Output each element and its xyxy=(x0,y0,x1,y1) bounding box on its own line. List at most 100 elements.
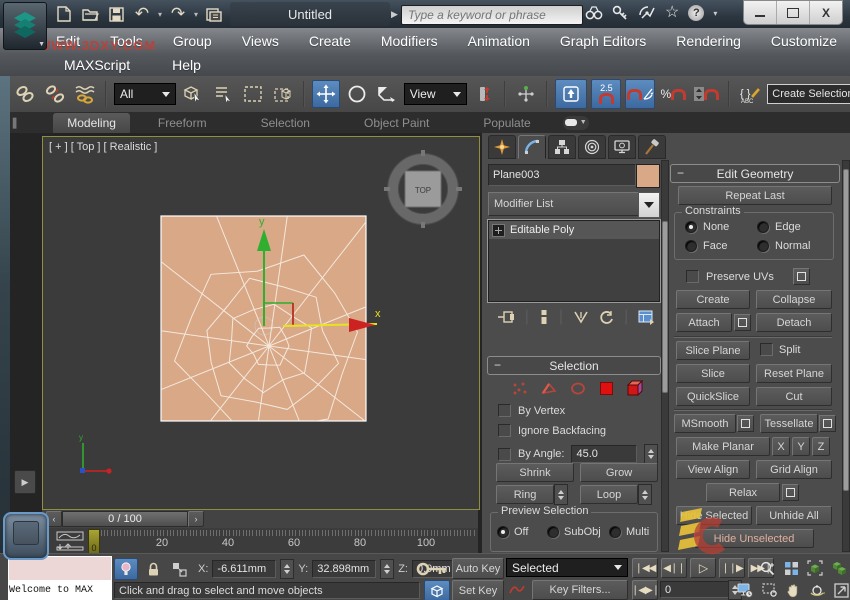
ring-button[interactable]: Ring xyxy=(496,485,554,504)
time-slider-current-frame-marker[interactable]: 0 xyxy=(88,529,100,554)
border-mode-icon[interactable] xyxy=(570,381,586,396)
track-bar[interactable]: 20 40 60 80 100 0 xyxy=(42,528,478,553)
title-expand-icon[interactable]: ▶ xyxy=(391,9,398,20)
cut-button[interactable]: Cut xyxy=(756,387,832,406)
reset-plane-button[interactable]: Reset Plane xyxy=(756,364,832,383)
menu-group[interactable]: Group xyxy=(169,33,216,49)
preview-multi-option[interactable]: Multi xyxy=(609,526,649,538)
menu-graph-editors[interactable]: Graph Editors xyxy=(556,33,650,49)
select-and-move-icon[interactable] xyxy=(312,80,340,108)
key-mode-toggle-button[interactable]: ❘◀▶❘ xyxy=(632,580,658,600)
subscription-key-icon[interactable] xyxy=(612,5,629,21)
repeat-last-button[interactable]: Repeat Last xyxy=(678,186,832,205)
select-and-scale-icon[interactable] xyxy=(374,81,400,107)
ignore-backfacing-checkbox[interactable] xyxy=(498,424,511,437)
zoom-icon[interactable] xyxy=(756,558,778,578)
loop-button[interactable]: Loop xyxy=(580,485,638,504)
preserve-uvs-checkbox[interactable] xyxy=(686,270,699,283)
preview-multi-radio[interactable] xyxy=(609,526,621,538)
msmooth-button[interactable]: MSmooth xyxy=(674,414,736,433)
grow-button[interactable]: Grow xyxy=(580,463,658,482)
zoom-extents-icon[interactable] xyxy=(804,558,826,578)
stack-expand-icon[interactable] xyxy=(492,224,505,237)
relax-button[interactable]: Relax xyxy=(706,483,780,502)
preview-subobj-radio[interactable] xyxy=(547,526,559,538)
make-planar-button[interactable]: Make Planar xyxy=(676,437,770,456)
configure-modifier-sets-icon[interactable] xyxy=(638,310,655,325)
slice-plane-button[interactable]: Slice Plane xyxy=(676,341,750,360)
element-mode-icon[interactable] xyxy=(627,380,644,396)
close-button[interactable]: X xyxy=(810,1,842,24)
object-name-field[interactable]: Plane003 xyxy=(488,164,636,186)
tab-display[interactable] xyxy=(608,135,636,159)
modifier-list-dropdown[interactable]: Modifier List xyxy=(488,192,645,216)
snaps-toggle-icon[interactable]: 2.5 xyxy=(591,79,621,109)
tab-hierarchy[interactable] xyxy=(548,135,576,159)
named-selection-sets-field[interactable]: Create Selection xyxy=(767,84,850,104)
key-filters-button[interactable]: Key Filters... xyxy=(532,580,628,600)
key-filter-dropdown[interactable]: Selected xyxy=(506,558,628,577)
spinner-snap-toggle-icon[interactable] xyxy=(691,81,721,107)
edge-mode-icon[interactable] xyxy=(541,381,557,396)
menu-modifiers[interactable]: Modifiers xyxy=(377,33,442,49)
angle-snap-toggle-icon[interactable] xyxy=(625,79,655,109)
quickslice-button[interactable]: QuickSlice xyxy=(676,387,750,406)
favorites-star-icon[interactable]: ☆ xyxy=(665,6,679,20)
zoom-extents-all-icon[interactable] xyxy=(828,558,850,578)
constraint-normal-option[interactable]: Normal xyxy=(757,240,810,252)
redo-dropdown-icon[interactable]: ▾ xyxy=(192,3,200,25)
viewcube[interactable]: TOP xyxy=(384,150,462,228)
grid-align-button[interactable]: Grid Align xyxy=(756,460,832,479)
polygon-mode-icon[interactable] xyxy=(599,381,614,396)
split-checkbox[interactable] xyxy=(760,343,773,356)
select-and-rotate-icon[interactable] xyxy=(344,81,370,107)
next-frame-arrow-button[interactable]: › xyxy=(188,511,204,527)
collapse-button[interactable]: Collapse xyxy=(756,290,832,309)
select-object-icon[interactable] xyxy=(180,81,206,107)
x-spinner[interactable] xyxy=(280,559,294,579)
select-and-manipulate-icon[interactable] xyxy=(513,81,539,107)
attach-settings-button[interactable] xyxy=(734,314,751,331)
loop-spinner[interactable] xyxy=(638,484,652,505)
percent-snap-toggle-icon[interactable]: % xyxy=(659,81,687,107)
menu-customize[interactable]: Customize xyxy=(767,33,841,49)
ribbon-tab-freeform[interactable]: Freeform xyxy=(144,113,221,133)
track-bar-ruler[interactable]: 20 40 60 80 100 xyxy=(94,528,478,553)
help-dropdown-icon[interactable]: ▾ xyxy=(713,9,717,18)
panel-scrollbar-left-column[interactable] xyxy=(661,160,669,552)
pan-hand-icon[interactable] xyxy=(782,580,804,600)
show-end-result-icon[interactable] xyxy=(539,309,549,325)
preview-subobj-option[interactable]: SubObj xyxy=(547,526,601,538)
orbit-icon[interactable] xyxy=(806,580,828,600)
tessellate-button[interactable]: Tessellate xyxy=(760,414,818,433)
create-button[interactable]: Create xyxy=(676,290,750,309)
by-angle-field[interactable]: 45.0 xyxy=(571,445,637,463)
zoom-region-icon[interactable] xyxy=(758,580,780,600)
ribbon-tab-populate[interactable]: Populate xyxy=(469,113,544,133)
constraint-face-option[interactable]: Face xyxy=(685,240,727,252)
select-by-name-icon[interactable] xyxy=(210,81,236,107)
constraint-none-option[interactable]: None xyxy=(685,221,729,233)
ribbon-tab-modeling[interactable]: Modeling xyxy=(53,113,130,133)
planar-x-button[interactable]: X xyxy=(772,437,790,456)
stack-item-editable-poly[interactable]: Editable Poly xyxy=(489,221,659,239)
open-file-icon[interactable] xyxy=(78,3,102,25)
constraint-edge-radio[interactable] xyxy=(757,221,769,233)
maxscript-mini-listener[interactable]: Welcome to MAX xyxy=(8,580,112,600)
mini-curve-editor-icon[interactable] xyxy=(56,531,86,551)
tessellate-settings-button[interactable] xyxy=(819,415,836,432)
attach-button[interactable]: Attach xyxy=(676,313,732,332)
constraint-face-radio[interactable] xyxy=(685,240,697,252)
menu-help[interactable]: Help xyxy=(168,57,205,73)
scrollbar-thumb[interactable] xyxy=(843,169,849,491)
constraint-normal-radio[interactable] xyxy=(757,240,769,252)
bind-to-space-warp-icon[interactable] xyxy=(72,81,98,107)
tab-create[interactable] xyxy=(488,135,516,159)
help-icon[interactable]: ? xyxy=(688,5,704,21)
set-keys-key-icon[interactable] xyxy=(416,560,448,578)
isolate-selection-toggle-icon[interactable] xyxy=(114,558,138,580)
tab-utilities[interactable] xyxy=(638,135,666,159)
selection-filter-dropdown[interactable]: All xyxy=(114,83,176,105)
by-angle-checkbox[interactable] xyxy=(498,448,511,461)
project-folder-icon[interactable] xyxy=(202,3,226,25)
